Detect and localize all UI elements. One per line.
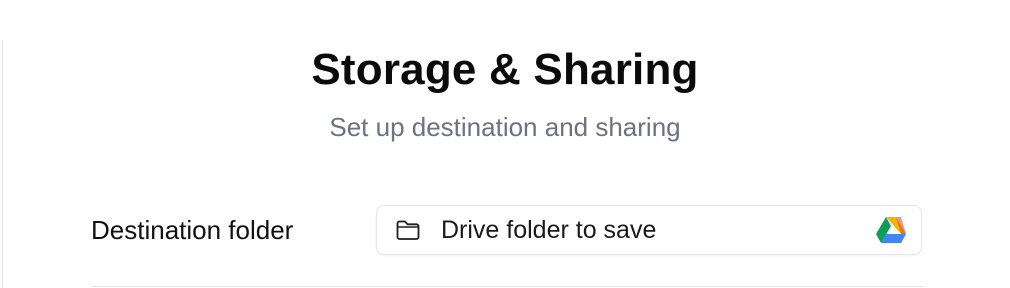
page-title: Storage & Sharing [311, 45, 699, 94]
page-subtitle: Set up destination and sharing [329, 112, 681, 142]
storage-sharing-page: Storage & Sharing Set up destination and… [0, 0, 1010, 288]
folder-picker-text: Drive folder to save [441, 216, 657, 244]
google-drive-icon [875, 216, 907, 244]
folder-icon [395, 218, 421, 242]
destination-folder-picker[interactable]: Drive folder to save [376, 205, 922, 255]
section-divider [91, 286, 923, 287]
destination-folder-label: Destination folder [91, 215, 294, 245]
